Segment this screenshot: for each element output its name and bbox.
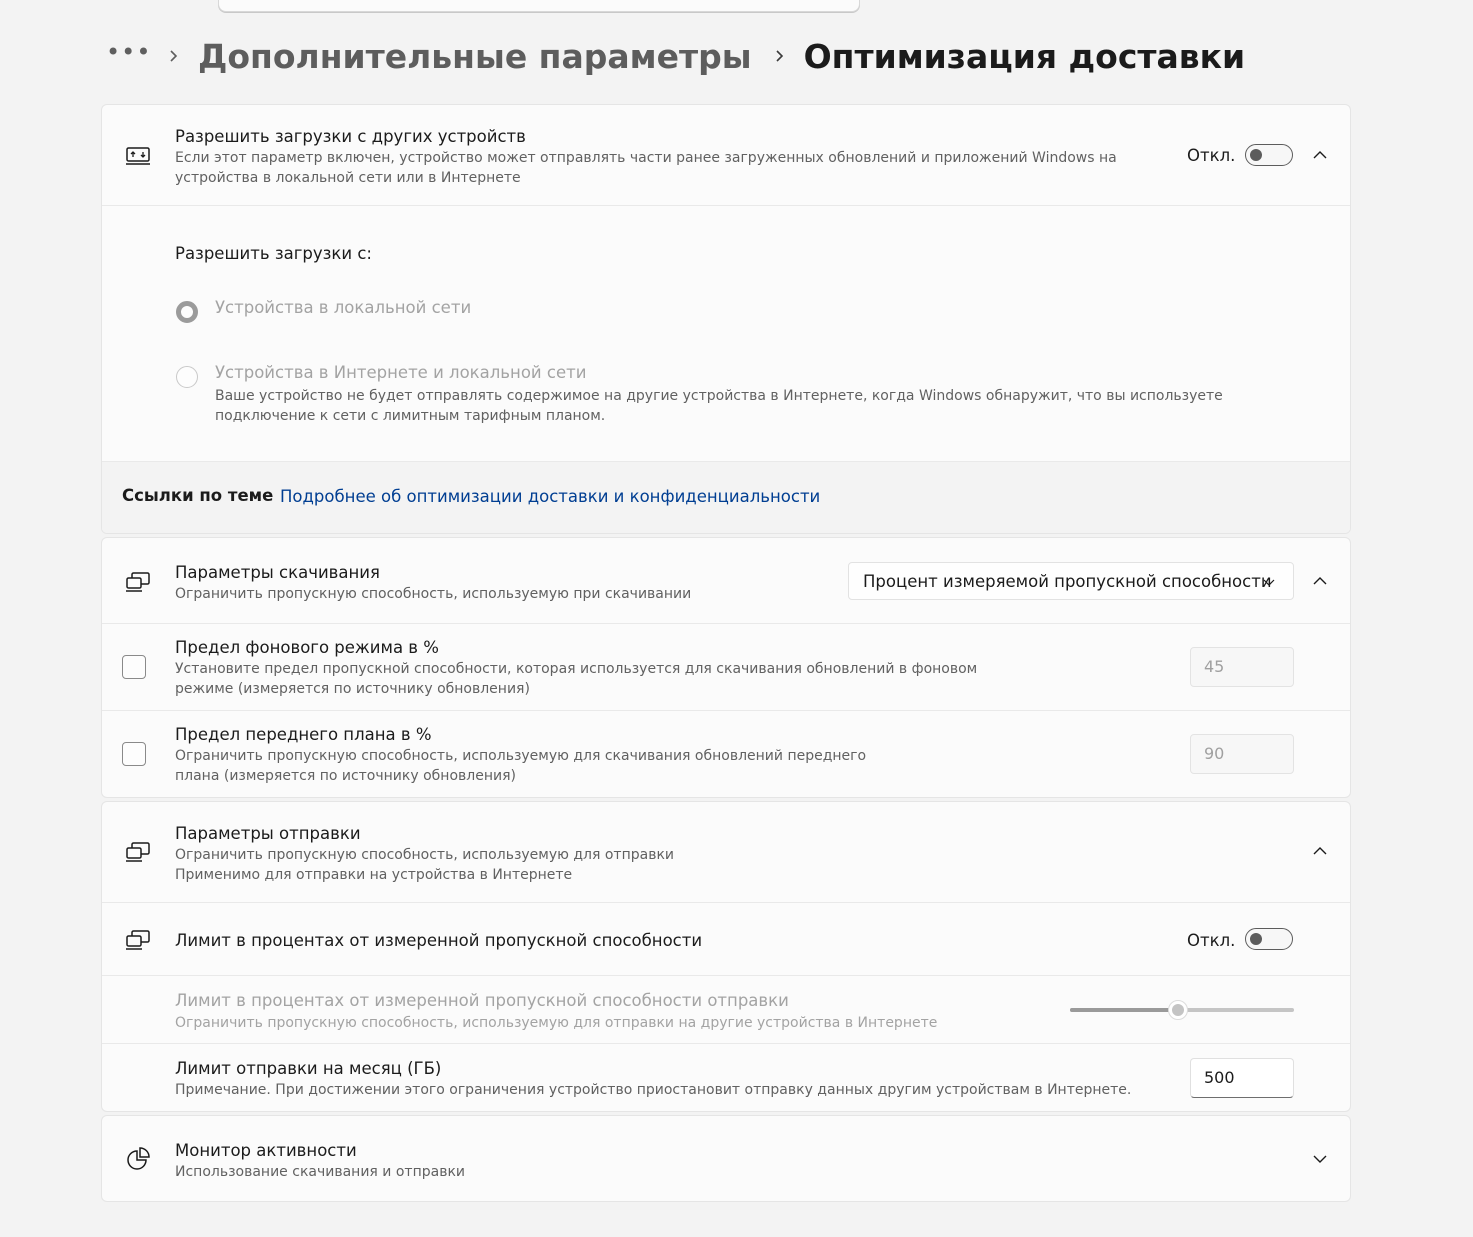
monthly-upload-limit-description: Примечание. При достижении этого огранич… xyxy=(175,1082,1132,1098)
upload-settings-header[interactable]: Параметры отправки Ограничить пропускную… xyxy=(102,802,1350,902)
delivery-optimization-privacy-link[interactable]: Подробнее об оптимизации доставки и конф… xyxy=(280,487,820,506)
upload-limit-toggle-row: Лимит в процентах от измеренной пропускн… xyxy=(102,902,1350,976)
breadcrumb: ••• Дополнительные параметры Оптимизация… xyxy=(106,28,1245,84)
chevron-up-icon[interactable] xyxy=(1312,843,1328,859)
related-links-label: Ссылки по теме xyxy=(122,486,274,505)
chevron-right-icon xyxy=(776,50,783,62)
allow-downloads-description: Если этот параметр включен, устройство м… xyxy=(175,150,1117,186)
allow-downloads-header[interactable]: Разрешить загрузки с других устройств Ес… xyxy=(102,105,1350,205)
radio-local-network-label: Устройства в локальной сети xyxy=(215,298,472,317)
upload-limit-slider-fill xyxy=(1070,1008,1178,1012)
foreground-limit-row: Предел переднего плана в % Ограничить пр… xyxy=(102,710,1350,797)
more-breadcrumbs-button[interactable]: ••• xyxy=(106,38,150,66)
devices-icon xyxy=(126,930,150,950)
download-settings-description: Ограничить пропускную способность, испол… xyxy=(175,586,692,602)
background-limit-description: Установите предел пропускной способности… xyxy=(175,661,978,697)
upload-limit-slider-title: Лимит в процентах от измеренной пропускн… xyxy=(175,991,789,1010)
related-links: Ссылки по теме Подробнее об оптимизации … xyxy=(102,461,1350,533)
chevron-up-icon[interactable] xyxy=(1312,147,1328,163)
monthly-upload-limit-input[interactable]: 500 xyxy=(1190,1058,1294,1098)
upload-limit-slider[interactable] xyxy=(1070,1000,1294,1020)
allow-downloads-toggle[interactable] xyxy=(1245,144,1293,166)
upload-limit-toggle-state: Откл. xyxy=(1187,931,1236,950)
monthly-upload-limit-row: Лимит отправки на месяц (ГБ) Примечание.… xyxy=(102,1043,1350,1111)
background-limit-row: Предел фонового режима в % Установите пр… xyxy=(102,623,1350,711)
upload-settings-note: Применимо для отправки на устройства в И… xyxy=(175,867,573,883)
upload-settings-description: Ограничить пропускную способность, испол… xyxy=(175,847,675,863)
page-title: Оптимизация доставки xyxy=(803,36,1246,76)
activity-monitor-description: Использование скачивания и отправки xyxy=(175,1164,465,1180)
radio-internet-and-local[interactable] xyxy=(176,366,198,388)
chevron-up-icon[interactable] xyxy=(1312,573,1328,589)
download-settings-title: Параметры скачивания xyxy=(175,563,380,582)
allow-downloads-options: Разрешить загрузки с: Устройства в локал… xyxy=(102,205,1350,462)
breadcrumb-parent[interactable]: Дополнительные параметры xyxy=(198,37,752,76)
upload-limit-toggle[interactable] xyxy=(1245,928,1293,950)
radio-local-network[interactable] xyxy=(176,301,198,323)
upload-settings-card: Параметры отправки Ограничить пропускную… xyxy=(101,801,1351,1112)
allow-downloads-title: Разрешить загрузки с других устройств xyxy=(175,127,526,146)
devices-icon xyxy=(126,842,150,862)
device-transfer-icon xyxy=(126,147,150,165)
download-settings-header[interactable]: Параметры скачивания Ограничить пропускн… xyxy=(102,538,1350,623)
monthly-upload-limit-title: Лимит отправки на месяц (ГБ) xyxy=(175,1059,442,1078)
foreground-limit-description: Ограничить пропускную способность, испол… xyxy=(175,748,867,784)
activity-monitor-title: Монитор активности xyxy=(175,1141,357,1160)
devices-icon xyxy=(126,572,150,592)
allow-downloads-card: Разрешить загрузки с других устройств Ес… xyxy=(101,104,1351,534)
upload-limit-slider-description: Ограничить пропускную способность, испол… xyxy=(175,1015,938,1031)
chevron-down-icon[interactable] xyxy=(1312,1151,1328,1167)
activity-monitor-card[interactable]: Монитор активности Использование скачива… xyxy=(101,1115,1351,1202)
foreground-limit-title: Предел переднего плана в % xyxy=(175,725,432,744)
allow-downloads-toggle-state: Откл. xyxy=(1187,146,1236,165)
foreground-limit-input[interactable]: 90 xyxy=(1190,734,1294,774)
chevron-right-icon xyxy=(170,50,178,62)
chevron-down-icon xyxy=(1263,579,1275,586)
radio-internet-and-local-description: Ваше устройство не будет отправлять соде… xyxy=(215,388,1223,424)
background-limit-input[interactable]: 45 xyxy=(1190,647,1294,687)
pie-chart-icon xyxy=(127,1147,150,1170)
search-box[interactable] xyxy=(218,0,860,12)
background-limit-title: Предел фонового режима в % xyxy=(175,638,439,657)
background-limit-checkbox[interactable] xyxy=(122,655,146,679)
upload-settings-title: Параметры отправки xyxy=(175,824,361,843)
radio-internet-and-local-label: Устройства в Интернете и локальной сети xyxy=(215,363,587,382)
bandwidth-mode-value: Процент измеряемой пропускной способност… xyxy=(863,572,1272,591)
allow-from-label: Разрешить загрузки с: xyxy=(175,244,372,263)
bandwidth-mode-dropdown[interactable]: Процент измеряемой пропускной способност… xyxy=(848,562,1294,600)
upload-limit-toggle-title: Лимит в процентах от измеренной пропускн… xyxy=(175,931,703,950)
download-settings-card: Параметры скачивания Ограничить пропускн… xyxy=(101,537,1351,798)
upload-limit-slider-thumb[interactable] xyxy=(1167,1000,1188,1020)
foreground-limit-checkbox[interactable] xyxy=(122,742,146,766)
upload-limit-slider-row: Лимит в процентах от измеренной пропускн… xyxy=(102,975,1350,1044)
